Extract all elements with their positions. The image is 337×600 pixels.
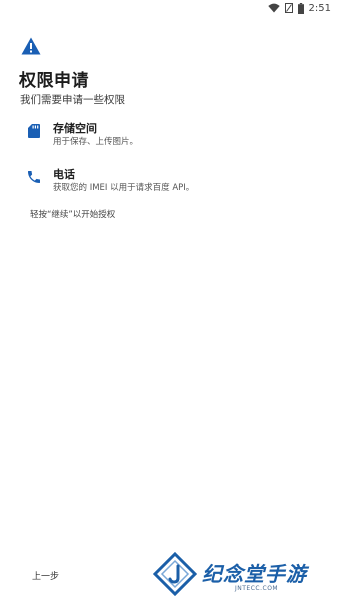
back-button[interactable]: 上一步: [27, 567, 64, 584]
permission-title: 电话: [53, 168, 75, 181]
permission-description: 获取您的 IMEI 以用于请求百度 API。: [53, 183, 195, 193]
watermark-url: JNTECC.COM: [235, 585, 279, 592]
phone-icon: [28, 171, 40, 183]
wifi-icon: [267, 3, 280, 13]
warning-icon: [21, 37, 41, 55]
sd-card-icon: [28, 124, 40, 138]
page-title: 权限申请: [19, 71, 89, 91]
permission-title: 存储空间: [53, 122, 97, 135]
continue-hint: 轻按“继续”以开始授权: [30, 210, 116, 220]
permission-item-phone: 电话 获取您的 IMEI 以用于请求百度 API。: [20, 166, 320, 200]
battery-saver-icon: [284, 3, 293, 13]
status-bar: 2:51: [0, 0, 337, 16]
watermark-name: 纪念堂手游: [202, 562, 307, 586]
permission-description: 用于保存、上传图片。: [53, 137, 139, 147]
status-time: 2:51: [308, 2, 331, 14]
watermark-logo-icon: [153, 552, 197, 596]
battery-icon: [297, 2, 304, 14]
permission-item-storage: 存储空间 用于保存、上传图片。: [20, 120, 320, 154]
watermark: 纪念堂手游 JNTECC.COM: [153, 552, 333, 596]
page-subtitle: 我们需要申请一些权限: [20, 94, 125, 106]
